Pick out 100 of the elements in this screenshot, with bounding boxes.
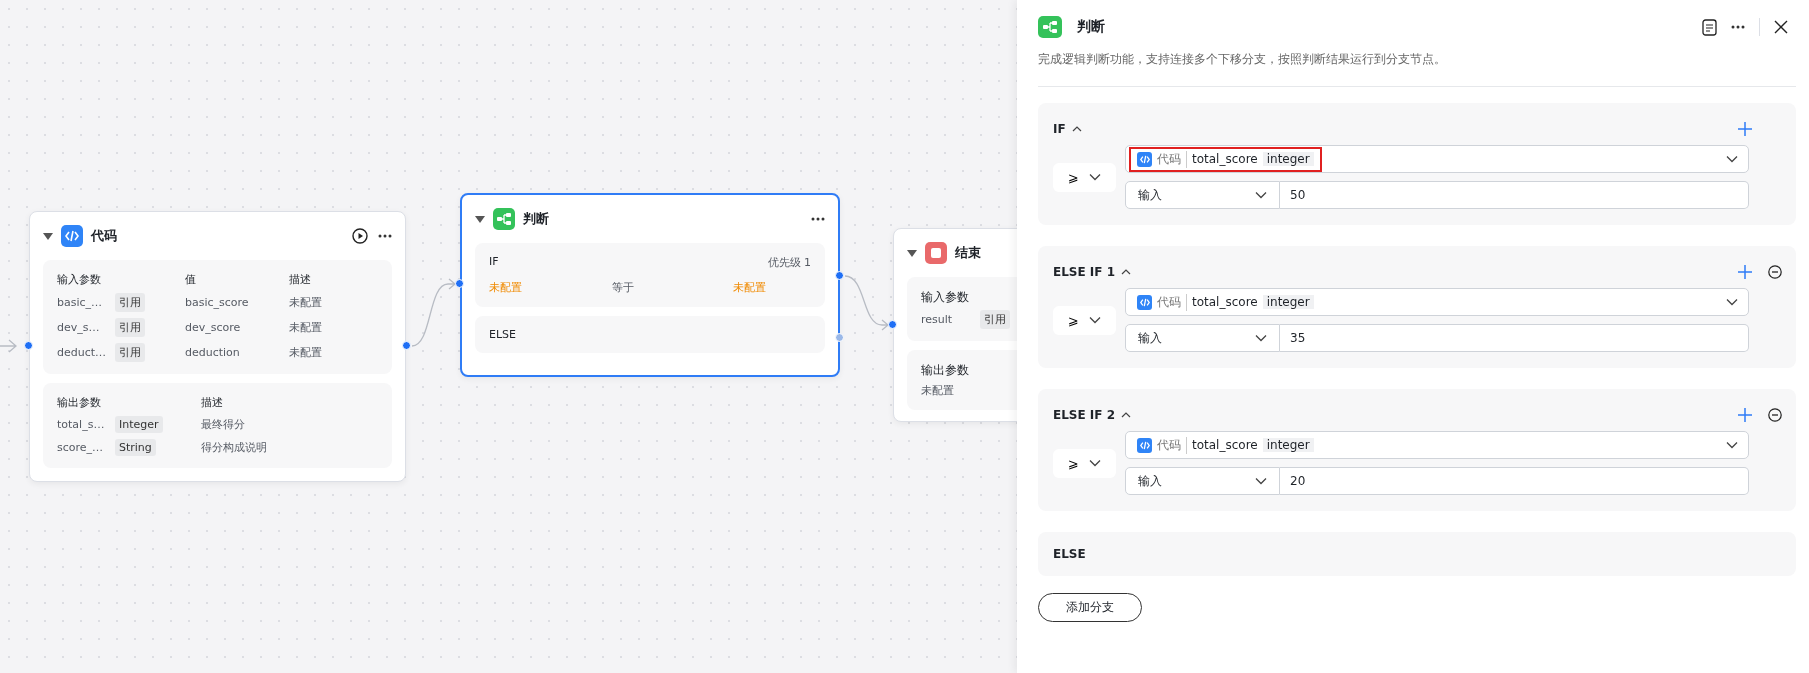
source-node: 代码 bbox=[1157, 436, 1187, 454]
variable-type: integer bbox=[1262, 438, 1314, 452]
collapse-icon[interactable] bbox=[1071, 126, 1082, 132]
variable-select[interactable]: 代码 total_score integer bbox=[1125, 288, 1749, 316]
more-icon[interactable] bbox=[378, 234, 392, 238]
source-node: 代码 bbox=[1157, 150, 1187, 168]
chevron-icon bbox=[1726, 298, 1738, 306]
column-header: 输入参数 bbox=[57, 272, 102, 287]
branch-label: ELSE bbox=[1053, 547, 1086, 561]
variable-type: integer bbox=[1262, 295, 1314, 309]
close-icon[interactable] bbox=[1774, 20, 1788, 34]
mode-select[interactable]: 输入 bbox=[1125, 181, 1280, 209]
variable-name: total_score bbox=[1192, 438, 1258, 452]
variable-select[interactable]: 代码 total_score integer bbox=[1125, 145, 1749, 173]
chevron-icon bbox=[1726, 441, 1738, 449]
param-name: result bbox=[921, 313, 954, 326]
param-name: dev_s… bbox=[57, 321, 101, 334]
param-name: score_… bbox=[57, 441, 105, 454]
column-header: 值 bbox=[185, 272, 197, 287]
collapse-icon[interactable] bbox=[1121, 412, 1132, 418]
source-node: 代码 bbox=[1157, 293, 1187, 311]
param-value: basic_score bbox=[185, 296, 250, 309]
chevron-icon bbox=[1255, 191, 1267, 199]
column-header: 描述 bbox=[289, 272, 312, 287]
add-branch-button[interactable]: 添加分支 bbox=[1038, 593, 1142, 622]
branch-label: IF bbox=[1053, 122, 1066, 136]
branch-label: ELSE IF 1 bbox=[1053, 265, 1116, 279]
node-title: 判断 bbox=[523, 210, 550, 228]
param-description: 未配置 bbox=[289, 320, 323, 335]
collapse-icon[interactable] bbox=[475, 215, 485, 223]
chevron-icon bbox=[1255, 334, 1267, 342]
param-value: deduction bbox=[185, 346, 241, 359]
remove-icon[interactable] bbox=[1768, 408, 1782, 422]
value-field[interactable]: 35 bbox=[1280, 324, 1749, 352]
branch-icon bbox=[1038, 16, 1062, 38]
variable-name: total_score bbox=[1192, 152, 1258, 166]
column-header: 输出参数 bbox=[57, 395, 102, 410]
branch-label: ELSE IF 2 bbox=[1053, 408, 1116, 422]
chevron-icon bbox=[1255, 477, 1267, 485]
add-icon[interactable] bbox=[1738, 122, 1752, 136]
operator-select[interactable]: ⩾ bbox=[1053, 448, 1116, 478]
param-name: deduct… bbox=[57, 346, 108, 359]
code-icon bbox=[1137, 294, 1152, 310]
condition-left: 未配置 bbox=[489, 280, 523, 295]
collapse-icon[interactable] bbox=[1121, 269, 1132, 275]
document-icon[interactable] bbox=[1702, 18, 1717, 36]
more-icon[interactable] bbox=[1731, 25, 1745, 29]
operator-select[interactable]: ⩾ bbox=[1053, 305, 1116, 335]
param-tag: 引用 bbox=[115, 293, 145, 312]
param-description: 得分构成说明 bbox=[201, 440, 268, 455]
code-icon bbox=[1137, 151, 1152, 167]
mode-select[interactable]: 输入 bbox=[1125, 467, 1280, 495]
param-name: basic_… bbox=[57, 296, 104, 309]
condition-right: 未配置 bbox=[733, 280, 767, 295]
param-tag: 引用 bbox=[115, 318, 145, 337]
mode-select[interactable]: 输入 bbox=[1125, 324, 1280, 352]
param-tag: 引用 bbox=[980, 310, 1010, 329]
chevron-icon bbox=[1088, 316, 1101, 324]
remove-icon[interactable] bbox=[1768, 265, 1782, 279]
branch-label: ELSE bbox=[489, 328, 517, 341]
priority-label: 优先级 1 bbox=[767, 255, 811, 270]
param-type: Integer bbox=[115, 416, 163, 433]
value-field[interactable]: 50 bbox=[1280, 181, 1749, 209]
add-icon[interactable] bbox=[1738, 408, 1752, 422]
code-icon bbox=[1137, 437, 1152, 453]
node-title: 代码 bbox=[91, 227, 118, 245]
section-label: 输入参数 bbox=[921, 289, 970, 306]
param-value: dev_score bbox=[185, 321, 242, 334]
more-icon[interactable] bbox=[811, 217, 825, 221]
param-name: total_s… bbox=[57, 418, 106, 431]
collapse-icon[interactable] bbox=[907, 249, 917, 257]
param-value: 未配置 bbox=[921, 383, 955, 398]
chevron-icon bbox=[1088, 459, 1101, 467]
branch-label: IF bbox=[489, 255, 499, 270]
operator-select[interactable]: ⩾ bbox=[1053, 162, 1116, 192]
param-description: 未配置 bbox=[289, 295, 323, 310]
connector-arrow bbox=[844, 275, 889, 331]
chevron-icon bbox=[1088, 173, 1101, 181]
connector-arrow bbox=[0, 339, 17, 353]
section-label: 输出参数 bbox=[921, 362, 970, 379]
chevron-icon bbox=[1726, 155, 1738, 163]
collapse-icon[interactable] bbox=[43, 232, 53, 240]
variable-select[interactable]: 代码 total_score integer bbox=[1125, 431, 1749, 459]
node-title: 结束 bbox=[955, 244, 982, 262]
variable-type: integer bbox=[1262, 152, 1314, 166]
param-description: 未配置 bbox=[289, 345, 323, 360]
node-card[interactable]: 结束 输入参数 result 引用 输出参数 未配置 bbox=[893, 228, 1017, 422]
value-field[interactable]: 20 bbox=[1280, 467, 1749, 495]
param-type: String bbox=[115, 439, 156, 456]
condition-operator: 等于 bbox=[612, 280, 635, 295]
stop-icon bbox=[925, 242, 947, 264]
connector-arrow bbox=[411, 278, 456, 347]
node-card[interactable]: 判断 IF 优先级 1 未配置 等于 未配置 ELSE bbox=[460, 193, 840, 377]
play-icon[interactable] bbox=[352, 228, 368, 244]
code-icon bbox=[61, 225, 83, 247]
panel-description: 完成逻辑判断功能，支持连接多个下移分支，按照判断结果运行到分支节点。 bbox=[1038, 52, 1447, 67]
add-icon[interactable] bbox=[1738, 265, 1752, 279]
panel-title: 判断 bbox=[1077, 18, 1106, 36]
node-card[interactable]: 代码 输入参数 值 描述 basic_… 引用 basic_score 未配置 dev_s… 引用 dev_score 未配置 deduct… 引用 deduction 未配置 输出参数 描述 total_s… Integer 最终得分 score_… String 得分构成说明 bbox=[29, 211, 406, 482]
variable-name: total_score bbox=[1192, 295, 1258, 309]
